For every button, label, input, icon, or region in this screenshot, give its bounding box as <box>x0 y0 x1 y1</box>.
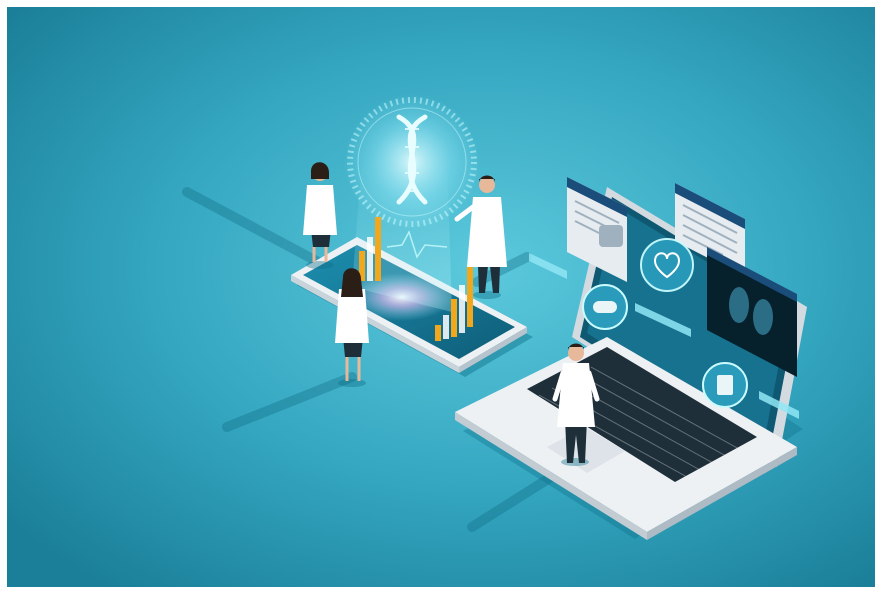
pills-icon <box>582 284 628 330</box>
dna-icon <box>344 94 480 230</box>
brain-icon <box>599 225 623 247</box>
heart-rate-icon <box>640 238 694 292</box>
digital-health-illustration <box>7 7 875 587</box>
medicine-bottle-icon <box>702 362 748 408</box>
